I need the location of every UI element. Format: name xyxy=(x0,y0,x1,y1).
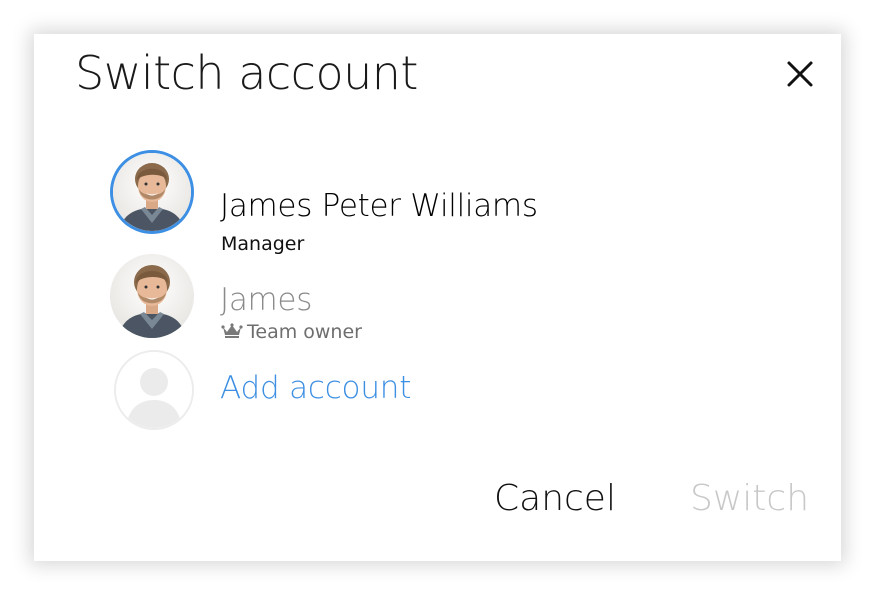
avatar xyxy=(110,254,194,338)
close-button[interactable] xyxy=(782,56,818,92)
account-name: James Peter Williams xyxy=(220,188,538,224)
add-account-avatar xyxy=(114,350,194,430)
avatar xyxy=(110,150,194,234)
account-item-james[interactable]: James Team owner xyxy=(110,254,710,344)
add-account-item[interactable]: Add account xyxy=(110,350,710,440)
crown-icon xyxy=(221,323,243,338)
person-placeholder-icon xyxy=(116,352,192,428)
account-item-james-peter-williams[interactable]: James Peter Williams Manager xyxy=(110,150,710,255)
switch-button[interactable]: Switch xyxy=(690,478,809,519)
add-account-label: Add account xyxy=(220,370,412,406)
switch-account-dialog: Switch account James Peter Williams Mana… xyxy=(34,34,841,561)
cancel-button[interactable]: Cancel xyxy=(494,478,616,519)
account-role: Team owner xyxy=(247,321,362,343)
account-role: Manager xyxy=(221,233,305,255)
account-role-row: Team owner xyxy=(221,321,362,343)
account-name: James xyxy=(220,282,313,318)
close-icon xyxy=(787,61,813,87)
dialog-title: Switch account xyxy=(75,46,418,100)
